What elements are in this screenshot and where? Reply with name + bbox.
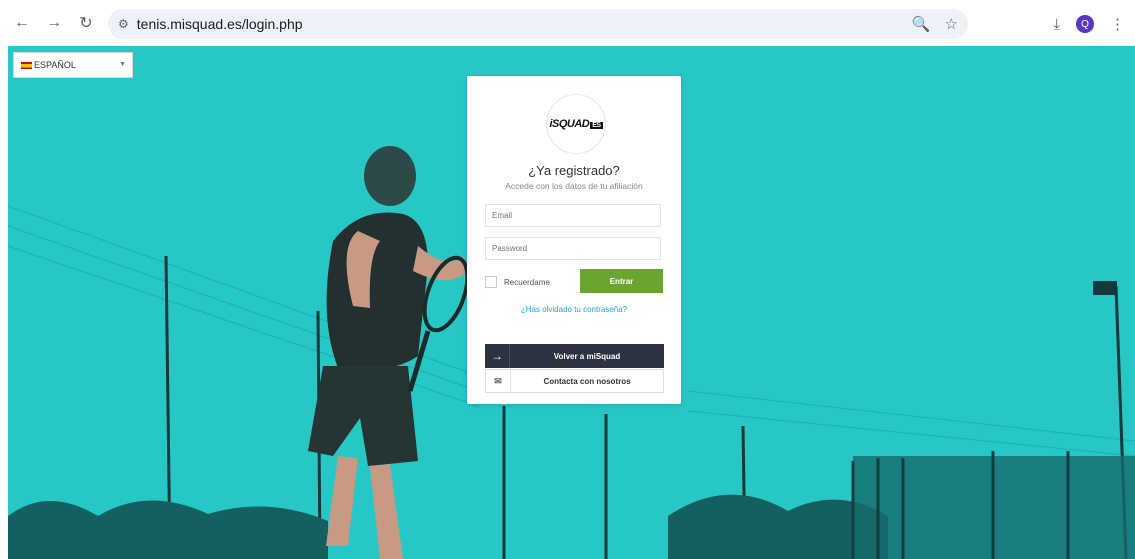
url-text: tenis.misquad.es/login.php [136, 16, 303, 32]
site-settings-icon[interactable]: ⚙ [118, 17, 129, 31]
logo-text: iSQUAD ES [549, 118, 603, 130]
misquad-logo: iSQUAD ES [546, 94, 606, 154]
login-subtitle: Accede con los datos de tu afiliación [505, 181, 643, 191]
bookmark-star-icon[interactable]: ☆ [945, 15, 958, 33]
profile-avatar[interactable]: Q [1076, 15, 1094, 33]
kebab-menu-icon[interactable]: ⋮ [1110, 15, 1125, 33]
logo-badge: ES [590, 122, 603, 129]
remember-me[interactable]: Recuerdame [485, 276, 550, 288]
back-arrow-icon[interactable]: ← [8, 9, 36, 37]
browser-toolbar: ← → ↻ ⚙ tenis.misquad.es/login.php 🔍 ☆ ⤓… [0, 0, 1135, 46]
logo-wordmark: iSQUAD [549, 118, 590, 130]
login-page: ESPAÑOL ▼ iSQUAD ES ¿Ya registrado? Acced… [8, 46, 1135, 559]
back-to-misquad-button[interactable]: → Volver a miSquad [485, 344, 664, 368]
download-icon[interactable]: ⤓ [1053, 16, 1060, 33]
language-select[interactable]: ESPAÑOL ▼ [13, 52, 133, 78]
contact-button[interactable]: ✉ Contacta con nosotros [485, 369, 664, 393]
forward-arrow-icon[interactable]: → [40, 9, 68, 37]
forgot-password-link[interactable]: ¿Has olvidado tu contraseña? [467, 305, 681, 314]
remember-label: Recuerdame [504, 277, 550, 287]
login-submit-button[interactable]: Entrar [580, 269, 663, 293]
contact-label: Contacta con nosotros [543, 376, 631, 386]
remember-checkbox[interactable] [485, 276, 497, 288]
login-title: ¿Ya registrado? [528, 163, 620, 178]
back-label: Volver a miSquad [553, 351, 621, 361]
profile-initial: Q [1081, 18, 1089, 30]
arrow-right-icon: → [485, 344, 510, 368]
address-bar[interactable]: ⚙ tenis.misquad.es/login.php 🔍 ☆ [108, 9, 968, 39]
password-input[interactable] [485, 237, 661, 260]
chevron-down-icon: ▼ [119, 61, 126, 68]
reload-icon[interactable]: ↻ [72, 9, 100, 37]
zoom-icon[interactable]: 🔍 [912, 15, 931, 33]
envelope-icon: ✉ [486, 370, 511, 392]
language-selected: ESPAÑOL [34, 60, 76, 70]
email-input[interactable] [485, 204, 661, 227]
spain-flag-icon [21, 61, 32, 69]
login-card: iSQUAD ES ¿Ya registrado? Accede con los … [467, 76, 681, 404]
